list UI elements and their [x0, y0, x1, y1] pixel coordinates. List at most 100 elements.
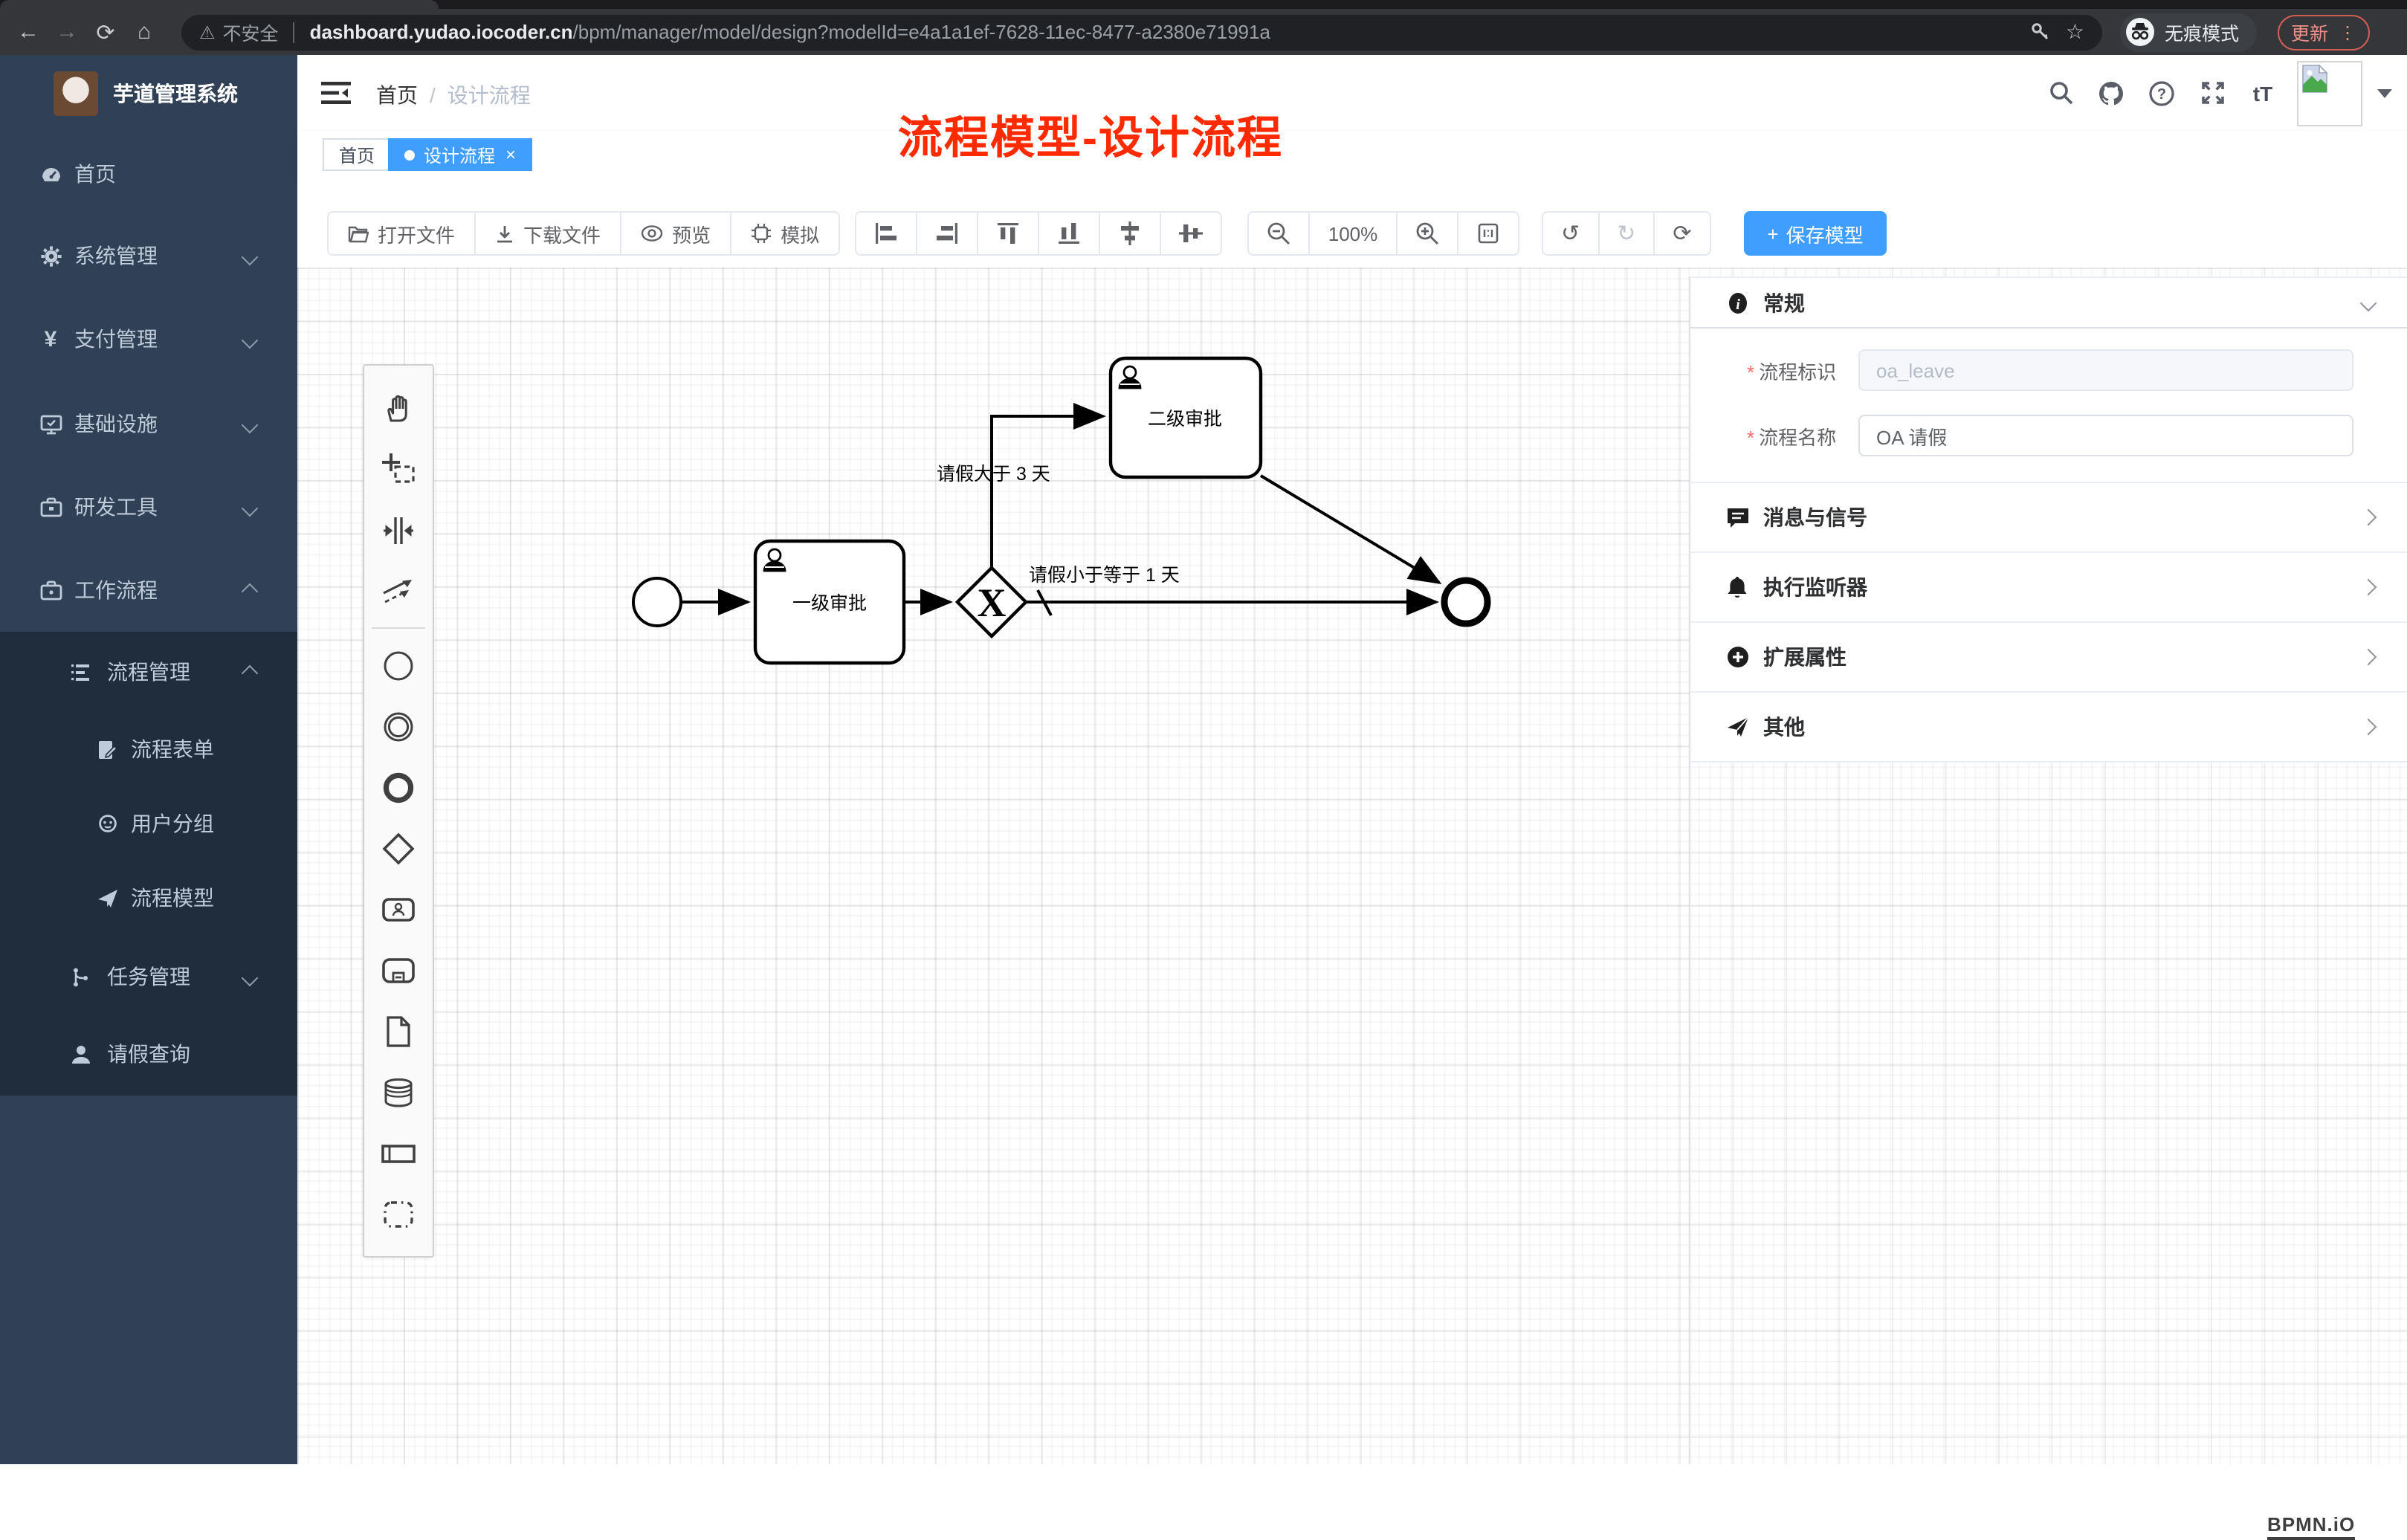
align-top-button[interactable]	[978, 213, 1039, 254]
user-group-icon	[95, 812, 119, 835]
download-file-button[interactable]: 下载文件	[476, 213, 621, 254]
sidebar-item-process-form[interactable]: 流程表单	[0, 711, 297, 788]
broken-image-icon	[2300, 63, 2330, 93]
avatar[interactable]	[2297, 60, 2362, 126]
end-event[interactable]	[1444, 580, 1487, 624]
avatar-dropdown-caret[interactable]	[2377, 88, 2392, 97]
redo-button[interactable]: ↻	[1599, 213, 1655, 254]
sidebar-item-infra[interactable]: 基础设施	[0, 385, 297, 462]
tab-home[interactable]: 首页	[323, 138, 391, 171]
section-title: 执行监听器	[1763, 572, 1867, 602]
section-message-signal[interactable]: 消息与信号	[1690, 483, 2407, 553]
zoom-in-button[interactable]	[1398, 213, 1458, 254]
github-icon[interactable]	[2086, 80, 2136, 106]
font-size-icon[interactable]: tT	[2238, 81, 2288, 105]
tab-label: 设计流程	[424, 142, 495, 167]
browser-menu-icon[interactable]: ⋮	[2339, 22, 2356, 42]
search-icon[interactable]	[2035, 80, 2086, 106]
preview-button[interactable]: 预览	[621, 213, 731, 254]
sidebar-item-payment[interactable]: ¥ 支付管理	[0, 300, 297, 378]
incognito-badge: 无痕模式	[2120, 13, 2257, 51]
simulate-button[interactable]: 模拟	[731, 213, 839, 254]
align-bottom-button[interactable]	[1039, 213, 1100, 254]
chevron-up-icon	[242, 583, 259, 601]
sidebar-item-leave-query[interactable]: 请假查询	[0, 1015, 297, 1093]
breadcrumb-home[interactable]: 首页	[376, 83, 418, 107]
help-icon[interactable]: ?	[2136, 80, 2187, 106]
flow-task2-to-end[interactable]	[1261, 476, 1439, 583]
button-label: 预览	[672, 219, 711, 248]
align-center-vertical-button[interactable]	[1161, 213, 1221, 254]
screenshot-annotation: 流程模型-设计流程	[898, 101, 1283, 166]
close-icon[interactable]: ×	[505, 144, 516, 165]
bpmn-io-watermark[interactable]: BPMN.iO	[2267, 1513, 2355, 1540]
condition-label-gt3: 请假大于 3 天	[937, 464, 1050, 485]
sidebar: 芋道管理系统 首页 系统管理 ¥ 支付管理 基础设施 研发工具	[0, 55, 297, 1464]
exclusive-gateway[interactable]: X	[957, 568, 1026, 636]
user-task-level2[interactable]: 二级审批	[1111, 358, 1261, 477]
briefcase-icon	[39, 579, 62, 601]
password-key-icon[interactable]	[2032, 22, 2051, 42]
sidebar-item-label: 支付管理	[74, 324, 158, 354]
security-warning-icon: ⚠	[199, 22, 216, 42]
user-task-level1[interactable]: 一级审批	[755, 541, 904, 663]
align-center-horizontal-button[interactable]	[1100, 213, 1161, 254]
restart-button[interactable]: ⟳	[1655, 213, 1709, 254]
monitor-icon	[39, 412, 62, 435]
sidebar-item-process-mgmt[interactable]: 流程管理	[0, 633, 297, 711]
section-other[interactable]: 其他	[1690, 693, 2407, 763]
sidebar-item-task-mgmt[interactable]: 任务管理	[0, 938, 297, 1015]
zoom-out-button[interactable]	[1249, 213, 1310, 254]
sidebar-item-user-group[interactable]: 用户分组	[0, 785, 297, 862]
chevron-right-icon	[2360, 719, 2377, 736]
section-extension-properties[interactable]: 扩展属性	[1690, 623, 2407, 693]
start-event[interactable]	[633, 578, 681, 626]
section-execution-listener[interactable]: 执行监听器	[1690, 553, 2407, 623]
send-icon	[1726, 715, 1750, 739]
tab-design-process[interactable]: 设计流程 ×	[388, 138, 532, 171]
app-title: 芋道管理系统	[113, 79, 238, 109]
message-icon	[1726, 506, 1750, 528]
address-bar[interactable]: ⚠ 不安全 dashboard.yudao.iocoder.cn/bpm/man…	[181, 14, 2102, 50]
browser-update-button[interactable]: 更新 ⋮	[2278, 14, 2370, 50]
sidebar-item-devtools[interactable]: 研发工具	[0, 468, 297, 546]
sidebar-item-process-model[interactable]: 流程模型	[0, 859, 297, 936]
zoom-reset-button[interactable]	[1458, 213, 1518, 254]
sidebar-item-system[interactable]: 系统管理	[0, 217, 297, 294]
sidebar-logo-row[interactable]: 芋道管理系统	[0, 55, 297, 132]
sidebar-item-label: 首页	[74, 159, 116, 189]
align-left-button[interactable]	[856, 213, 917, 254]
sidebar-item-home[interactable]: 首页	[0, 135, 297, 213]
flow-gateway-to-task2[interactable]	[992, 416, 1103, 568]
file-button-group: 打开文件 下载文件 预览 模拟	[327, 211, 840, 256]
sidebar-item-workflow[interactable]: 工作流程	[0, 551, 297, 629]
browser-forward-button[interactable]: →	[48, 19, 86, 45]
task2-label: 二级审批	[1148, 409, 1222, 430]
browser-home-button[interactable]: ⌂	[125, 19, 164, 45]
align-right-button[interactable]	[917, 213, 978, 254]
info-icon: i	[1726, 291, 1750, 314]
bookmark-star-icon[interactable]: ☆	[2066, 19, 2084, 45]
chevron-right-icon	[2360, 579, 2377, 596]
undo-button[interactable]: ↺	[1543, 213, 1599, 254]
save-model-button[interactable]: + 保存模型	[1744, 211, 1887, 256]
browser-active-tab[interactable]	[0, 0, 439, 9]
process-key-input[interactable]	[1858, 349, 2353, 391]
process-key-label: *流程标识	[1747, 356, 1836, 384]
browser-back-button[interactable]: ←	[9, 19, 48, 45]
breadcrumb-current: 设计流程	[448, 83, 531, 107]
chevron-right-icon	[2360, 509, 2377, 526]
url-host: dashboard.yudao.iocoder.cn	[310, 21, 573, 43]
breadcrumb-separator: /	[430, 83, 436, 107]
sidebar-item-label: 流程表单	[131, 734, 214, 764]
sidebar-item-label: 流程模型	[131, 883, 214, 913]
sidebar-item-label: 流程管理	[107, 657, 190, 687]
screen: ← → ⟳ ⌂ ⚠ 不安全 dashboard.yudao.iocoder.cn…	[0, 0, 2407, 1464]
process-name-input[interactable]	[1858, 415, 2353, 456]
section-general[interactable]: i 常规	[1690, 278, 2407, 329]
sidebar-collapse-icon[interactable]	[321, 82, 351, 106]
browser-reload-button[interactable]: ⟳	[86, 19, 125, 45]
fullscreen-icon[interactable]	[2187, 80, 2238, 106]
open-file-button[interactable]: 打开文件	[329, 213, 476, 254]
properties-panel: i 常规 *流程标识 *流程名称 消息与信号	[1689, 276, 2407, 1464]
